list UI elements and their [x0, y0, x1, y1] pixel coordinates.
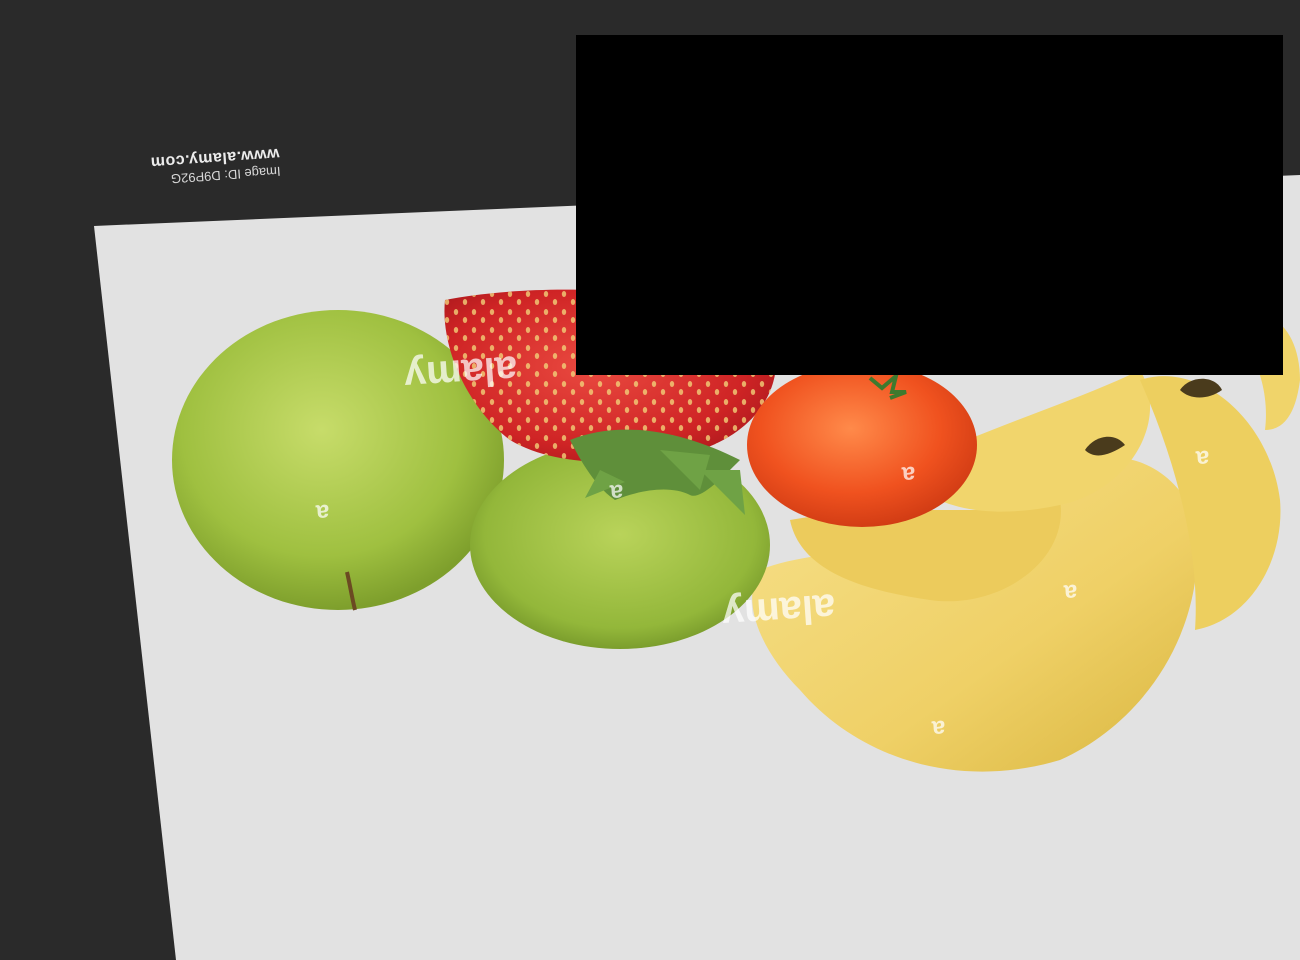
watermark-letter: a	[901, 460, 917, 489]
watermark-letter: a	[1195, 444, 1211, 473]
watermark-letter: a	[931, 714, 947, 743]
photo-scene: alamy alamy a a a a a a Image ID: D9P92G…	[0, 0, 1300, 960]
tomato	[747, 363, 977, 527]
watermark-letter: a	[609, 478, 625, 507]
watermark-letter: a	[1063, 578, 1079, 607]
watermark-brand: alamy	[720, 585, 837, 637]
watermark-letter: a	[315, 498, 331, 527]
watermark-brand: alamy	[402, 347, 519, 399]
redaction-box	[576, 35, 1283, 375]
